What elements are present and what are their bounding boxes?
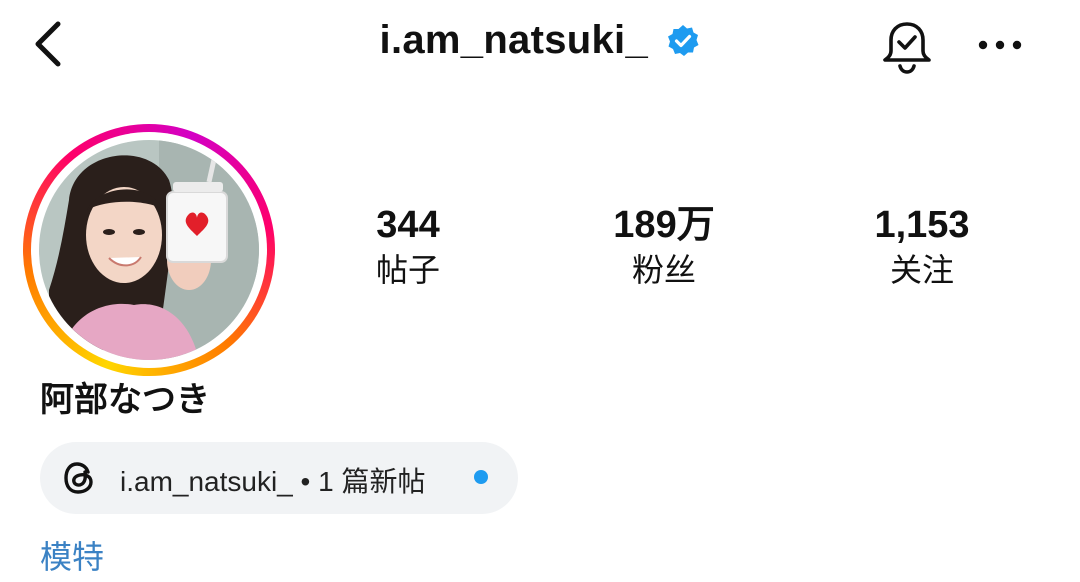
following-label: 关注 bbox=[889, 252, 954, 288]
following-count: 1,153 bbox=[874, 204, 970, 246]
story-ring[interactable] bbox=[23, 124, 275, 376]
avatar[interactable] bbox=[39, 140, 259, 360]
posts-label: 帖子 bbox=[375, 252, 440, 288]
bell-check-icon bbox=[883, 22, 931, 74]
threads-badge-label: i.am_natsuki_ • 1 篇新帖 bbox=[120, 466, 426, 497]
threads-icon bbox=[64, 462, 93, 494]
profile-username: i.am_natsuki_ bbox=[379, 18, 649, 62]
notification-bell-button[interactable] bbox=[878, 18, 936, 76]
stat-following[interactable]: 1,153 关注 bbox=[822, 202, 1022, 292]
stat-followers[interactable]: 189万 粉丝 bbox=[564, 202, 764, 292]
new-post-dot bbox=[474, 470, 488, 484]
followers-count: 189万 bbox=[613, 204, 715, 246]
avatar-photo bbox=[39, 140, 259, 360]
posts-count: 344 bbox=[376, 204, 440, 246]
more-options-button[interactable] bbox=[974, 28, 1026, 64]
display-name: 阿部なつき bbox=[40, 380, 210, 420]
threads-badge-button[interactable]: i.am_natsuki_ • 1 篇新帖 bbox=[40, 442, 518, 514]
more-horizontal-icon bbox=[978, 40, 1022, 50]
followers-label: 粉丝 bbox=[631, 252, 696, 288]
top-bar: i.am_natsuki_ bbox=[0, 0, 1080, 100]
verified-badge-icon bbox=[668, 24, 699, 56]
stat-posts[interactable]: 344 帖子 bbox=[308, 202, 508, 292]
profile-category: 模特 bbox=[40, 539, 105, 575]
